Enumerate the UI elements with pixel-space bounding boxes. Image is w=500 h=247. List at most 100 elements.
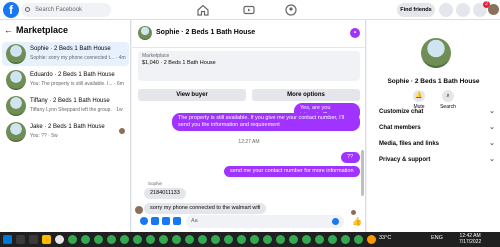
chrome-icon[interactable] xyxy=(354,235,363,244)
message-outgoing: send me your contact number for more inf… xyxy=(224,166,360,177)
task-view-icon[interactable] xyxy=(29,235,38,244)
find-friends-button[interactable]: Find friends xyxy=(397,3,435,17)
language-indicator[interactable]: ENG xyxy=(431,235,443,241)
chrome-icon[interactable] xyxy=(198,235,207,244)
message-sender: Sophie xyxy=(148,181,163,186)
conversation-preview: You: The property is still available. I.… xyxy=(30,81,124,87)
more-options-button[interactable]: More options xyxy=(252,89,360,101)
add-more-icon[interactable] xyxy=(140,217,148,225)
conversation-title: Tiffany · 2 Beds 1 Bath House xyxy=(30,98,110,104)
photo-icon[interactable] xyxy=(151,217,159,225)
clock[interactable]: 12:42 AM 7/17/2022 xyxy=(459,233,481,245)
search-icon: ⌕ xyxy=(442,90,454,102)
chevron-down-icon: ⌄ xyxy=(489,140,495,147)
chrome-icon[interactable] xyxy=(250,235,259,244)
temperature[interactable]: 33°C xyxy=(379,235,391,241)
chrome-icon[interactable] xyxy=(120,235,129,244)
gif-icon[interactable] xyxy=(173,217,181,225)
chrome-icon[interactable] xyxy=(341,235,350,244)
chrome-icon[interactable] xyxy=(107,235,116,244)
listing-thumbnail xyxy=(6,44,26,64)
chrome-icon[interactable] xyxy=(211,235,220,244)
file-explorer-icon[interactable] xyxy=(42,235,51,244)
weather-icon[interactable] xyxy=(367,235,376,244)
conversation-title: Sophie · 2 Beds 1 Bath House xyxy=(30,46,111,52)
chrome-icon[interactable] xyxy=(276,235,285,244)
chat-info-icon[interactable]: • xyxy=(350,28,360,38)
menu-grid-icon[interactable] xyxy=(439,3,453,17)
bell-icon: 🔔 xyxy=(413,90,425,102)
thumbs-up-icon[interactable]: 👍 xyxy=(352,217,362,226)
conversation-preview: Sophie: sorry my phone connected t... · … xyxy=(30,55,126,61)
chat-panel: Sophie · 2 Beds 1 Bath House • Marketpla… xyxy=(132,20,366,232)
home-icon[interactable] xyxy=(197,4,209,16)
marketplace-header: ← Marketplace xyxy=(4,25,68,35)
chrome-icon[interactable] xyxy=(172,235,181,244)
back-arrow-icon[interactable]: ← xyxy=(4,25,13,35)
chrome-icon[interactable] xyxy=(263,235,272,244)
view-buyer-button[interactable]: View buyer xyxy=(138,89,246,101)
message-composer: Aa 👍 xyxy=(132,212,366,232)
chrome-icon[interactable] xyxy=(237,235,246,244)
chrome-icon[interactable] xyxy=(185,235,194,244)
chrome-icon[interactable] xyxy=(94,235,103,244)
scrollbar[interactable] xyxy=(361,150,364,196)
search-icon xyxy=(25,7,30,12)
notifications-icon[interactable]: 2 xyxy=(473,1,490,17)
customize-chat-row[interactable]: Customize chat ⌄ xyxy=(379,106,495,118)
chat-title[interactable]: Sophie · 2 Beds 1 Bath House xyxy=(156,29,255,36)
screen: f Search Facebook Find friends 2 ← Market… xyxy=(0,0,500,247)
chat-avatar xyxy=(421,38,451,68)
conversation-item[interactable]: Eduardo · 2 Beds 1 Bath House You: The p… xyxy=(2,68,129,92)
start-icon[interactable] xyxy=(3,235,12,244)
message-placeholder: Aa xyxy=(191,218,198,224)
search-input[interactable]: Search Facebook xyxy=(21,3,111,17)
browser-icon[interactable] xyxy=(55,235,64,244)
top-bar: f Search Facebook Find friends 2 xyxy=(0,0,500,20)
chrome-icon[interactable] xyxy=(81,235,90,244)
media-files-row[interactable]: Media, files and links ⌄ xyxy=(379,138,495,150)
chat-members-row[interactable]: Chat members ⌄ xyxy=(379,122,495,134)
chat-header: Sophie · 2 Beds 1 Bath House • xyxy=(132,20,366,48)
chrome-icon[interactable] xyxy=(289,235,298,244)
conversation-item[interactable]: Jake · 2 Beds 1 Bath House You: ?? · 5w xyxy=(2,120,129,144)
chrome-icon[interactable] xyxy=(68,235,77,244)
message-list: Yes, are you interested? The property is… xyxy=(132,103,366,216)
search-icon[interactable] xyxy=(16,235,25,244)
listing-label: Marketplace xyxy=(142,53,170,59)
chrome-icon[interactable] xyxy=(224,235,233,244)
profile-avatar[interactable] xyxy=(488,4,499,15)
conversation-preview: You: ?? · 5w xyxy=(30,133,58,139)
conversation-item[interactable]: Sophie · 2 Beds 1 Bath House Sophie: sor… xyxy=(2,42,129,66)
clock-date: 7/17/2022 xyxy=(459,239,482,245)
chrome-icon[interactable] xyxy=(146,235,155,244)
listing-thumbnail xyxy=(6,70,26,90)
groups-icon[interactable] xyxy=(285,4,297,16)
sticker-icon[interactable] xyxy=(162,217,170,225)
chat-details-panel: Sophie · 2 Beds 1 Bath House 🔔 Mute ⌕ Se… xyxy=(367,20,500,232)
emoji-icon[interactable] xyxy=(332,218,339,225)
marketplace-inbox: ← Marketplace Sophie · 2 Beds 1 Bath Hous… xyxy=(0,20,131,232)
details-title: Sophie · 2 Beds 1 Bath House xyxy=(387,78,480,85)
chrome-icon[interactable] xyxy=(315,235,324,244)
chrome-icon[interactable] xyxy=(302,235,311,244)
row-label: Customize chat xyxy=(379,109,424,115)
chevron-down-icon: ⌄ xyxy=(489,156,495,163)
chrome-icon[interactable] xyxy=(159,235,168,244)
chevron-down-icon: ⌄ xyxy=(489,124,495,131)
row-label: Media, files and links xyxy=(379,141,440,147)
message-input[interactable]: Aa xyxy=(186,215,344,228)
conversation-item[interactable]: Tiffany · 2 Beds 1 Bath House Tiffany Ly… xyxy=(2,94,129,118)
seen-avatar-icon xyxy=(119,128,125,134)
listing-thumbnail xyxy=(6,96,26,116)
search-placeholder: Search Facebook xyxy=(35,7,83,13)
facebook-logo-icon[interactable]: f xyxy=(3,2,19,18)
marketplace-title: Marketplace xyxy=(16,25,69,35)
messenger-icon[interactable] xyxy=(456,3,470,17)
watch-icon[interactable] xyxy=(243,4,255,16)
listing-card[interactable]: Marketplace $1,040 · 2 Beds 1 Bath House xyxy=(138,51,360,81)
listing-price: $1,040 · 2 Beds 1 Bath House xyxy=(142,60,216,66)
chrome-icon[interactable] xyxy=(133,235,142,244)
chrome-icon[interactable] xyxy=(328,235,337,244)
privacy-support-row[interactable]: Privacy & support ⌄ xyxy=(379,154,495,166)
